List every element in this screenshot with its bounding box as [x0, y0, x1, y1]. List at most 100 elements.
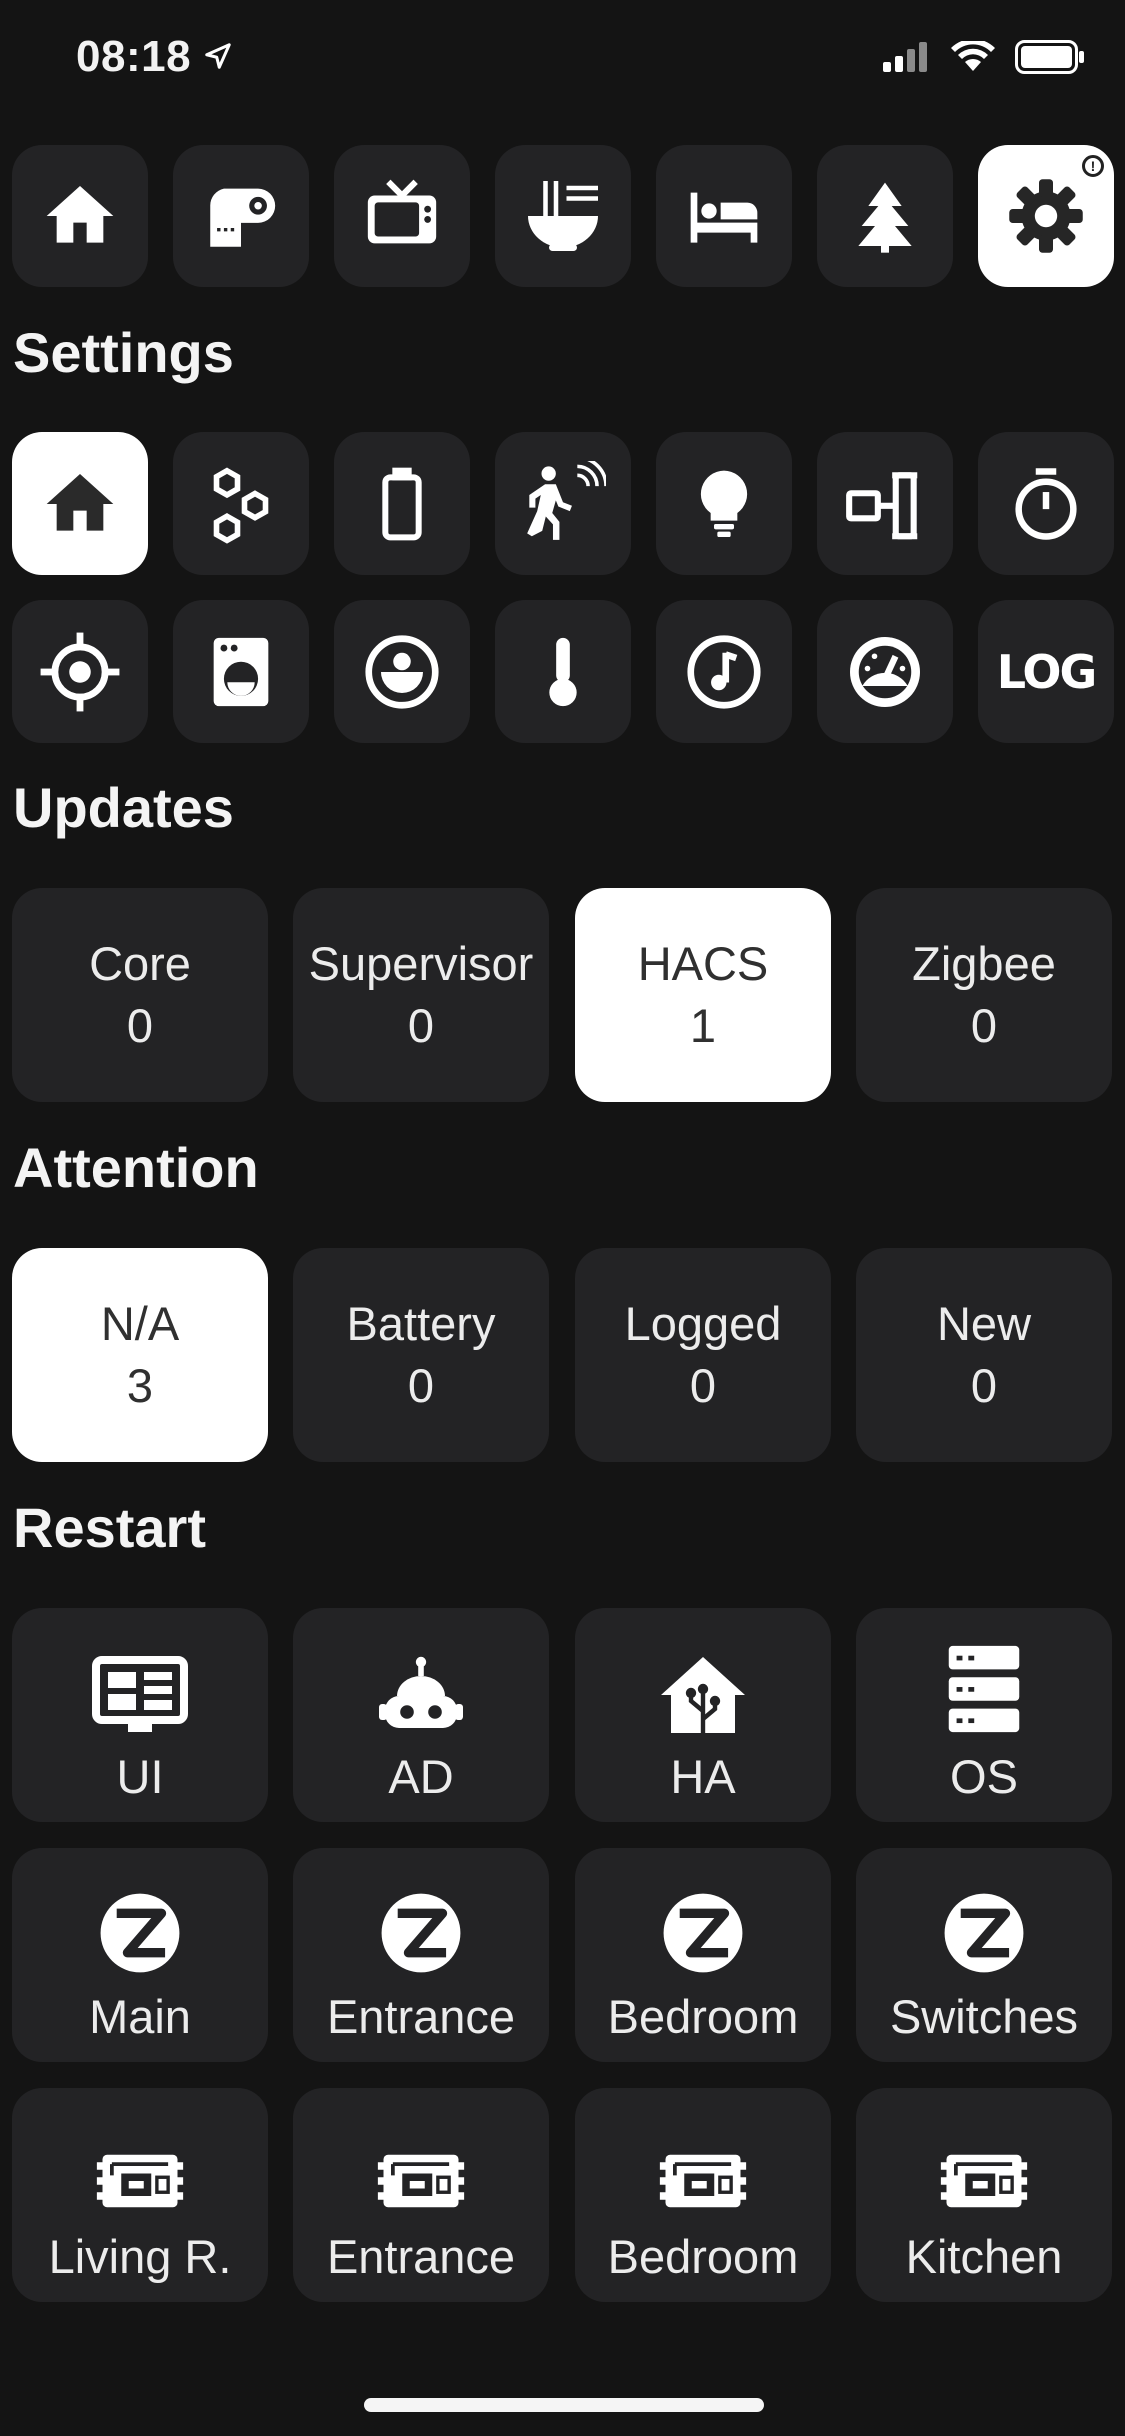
attention-new[interactable]: New 0	[856, 1248, 1112, 1462]
restart-esp-living-room[interactable]: Living R.	[12, 2088, 268, 2302]
nav-kitchen[interactable]	[495, 145, 631, 287]
clock: 08:18	[76, 32, 192, 81]
attention-battery-label: Battery	[346, 1297, 496, 1350]
restart-esp-entrance-label: Entrance	[326, 2230, 516, 2283]
restart-zigbee-entrance-label: Entrance	[326, 1990, 516, 2043]
updates-title: Updates	[13, 776, 234, 839]
settings-timers[interactable]	[978, 432, 1114, 575]
nav-living-room[interactable]	[334, 145, 470, 287]
home-assistant-icon	[655, 1654, 751, 1736]
restart-esp-kitchen[interactable]: Kitchen	[856, 2088, 1112, 2302]
restart-ad[interactable]: AD	[293, 1608, 549, 1822]
dashboard-icon	[92, 1656, 188, 1736]
hexagon-cluster-icon	[199, 462, 283, 546]
attention-na-count: 3	[126, 1359, 154, 1412]
settings-home[interactable]	[12, 432, 148, 575]
update-supervisor[interactable]: Supervisor 0	[293, 888, 549, 1102]
music-note-icon	[682, 630, 766, 714]
home-icon	[40, 176, 120, 256]
attention-new-count: 0	[970, 1359, 998, 1412]
alert-badge-icon: !	[1082, 155, 1104, 177]
settings-vacuum[interactable]	[334, 600, 470, 743]
attention-battery[interactable]: Battery 0	[293, 1248, 549, 1462]
attention-title: Attention	[13, 1136, 259, 1199]
update-zigbee-count: 0	[970, 999, 998, 1052]
status-time: 08:18	[76, 32, 233, 82]
update-supervisor-label: Supervisor	[308, 937, 534, 990]
motion-sensor-icon	[520, 460, 606, 547]
washing-machine-icon	[200, 631, 282, 713]
update-core[interactable]: Core 0	[12, 888, 268, 1102]
settings-presence[interactable]	[12, 600, 148, 743]
attention-battery-count: 0	[407, 1359, 435, 1412]
settings-logbook[interactable]: LOG	[978, 600, 1114, 743]
nav-settings[interactable]: !	[978, 145, 1114, 287]
restart-zigbee-bedroom[interactable]: Bedroom	[575, 1848, 831, 2062]
attention-logged[interactable]: Logged 0	[575, 1248, 831, 1462]
settings-battery[interactable]	[334, 432, 470, 575]
settings-lights[interactable]	[656, 432, 792, 575]
update-zigbee[interactable]: Zigbee 0	[856, 888, 1112, 1102]
attention-na[interactable]: N/A 3	[12, 1248, 268, 1462]
esp-chip-icon	[658, 2146, 748, 2216]
restart-esp-bedroom-label: Bedroom	[607, 2230, 799, 2283]
cellular-signal-icon	[883, 42, 931, 77]
restart-zigbee-bedroom-label: Bedroom	[607, 1990, 799, 2043]
restart-zigbee-switches[interactable]: Switches	[856, 1848, 1112, 2062]
attention-na-label: N/A	[100, 1297, 180, 1350]
settings-laundry[interactable]	[173, 600, 309, 743]
update-core-count: 0	[126, 999, 154, 1052]
battery-icon	[362, 464, 442, 544]
settings-climate[interactable]	[495, 600, 631, 743]
lightbulb-icon	[684, 464, 764, 544]
settings-radiator[interactable]	[817, 432, 953, 575]
restart-esp-entrance[interactable]: Entrance	[293, 2088, 549, 2302]
gear-icon	[1004, 174, 1088, 258]
zigbee-icon	[97, 1890, 183, 1976]
settings-zigbee-devices[interactable]	[173, 432, 309, 575]
pine-tree-icon	[845, 176, 925, 256]
restart-os[interactable]: OS	[856, 1608, 1112, 1822]
restart-ui[interactable]: UI	[12, 1608, 268, 1822]
toilet-paper-icon	[200, 175, 282, 257]
zigbee-icon	[941, 1890, 1027, 1976]
update-zigbee-label: Zigbee	[912, 937, 1056, 990]
settings-media[interactable]	[656, 600, 792, 743]
update-hacs-label: HACS	[637, 937, 769, 990]
attention-logged-label: Logged	[624, 1297, 782, 1350]
settings-motion[interactable]	[495, 432, 631, 575]
tv-icon	[361, 175, 443, 257]
restart-zigbee-main-label: Main	[89, 1990, 191, 2043]
robot-icon	[373, 1656, 469, 1736]
restart-ui-label: UI	[116, 1750, 164, 1803]
restart-title: Restart	[13, 1496, 206, 1559]
nav-bedroom[interactable]	[656, 145, 792, 287]
settings-title: Settings	[13, 321, 234, 384]
zigbee-icon	[378, 1890, 464, 1976]
robot-vacuum-icon	[360, 630, 444, 714]
nav-home[interactable]	[12, 145, 148, 287]
bed-icon	[679, 176, 769, 256]
update-supervisor-count: 0	[407, 999, 435, 1052]
battery-status-icon	[1015, 40, 1085, 79]
home-indicator[interactable]	[364, 2398, 764, 2412]
restart-zigbee-entrance[interactable]: Entrance	[293, 1848, 549, 2062]
home-icon	[40, 464, 120, 544]
update-hacs[interactable]: HACS 1	[575, 888, 831, 1102]
settings-system-monitor[interactable]	[817, 600, 953, 743]
nav-bathroom[interactable]	[173, 145, 309, 287]
restart-ha-label: HA	[670, 1750, 736, 1803]
restart-zigbee-main[interactable]: Main	[12, 1848, 268, 2062]
thermometer-icon	[522, 631, 604, 713]
restart-ad-label: AD	[388, 1750, 454, 1803]
restart-ha[interactable]: HA	[575, 1608, 831, 1822]
restart-os-label: OS	[950, 1750, 1018, 1803]
attention-new-label: New	[936, 1297, 1032, 1350]
esp-chip-icon	[95, 2146, 185, 2216]
nav-garden[interactable]	[817, 145, 953, 287]
crosshair-icon	[37, 629, 123, 715]
server-icon	[936, 1642, 1032, 1736]
update-core-label: Core	[89, 937, 191, 990]
restart-esp-bedroom[interactable]: Bedroom	[575, 2088, 831, 2302]
restart-zigbee-switches-label: Switches	[889, 1990, 1079, 2043]
